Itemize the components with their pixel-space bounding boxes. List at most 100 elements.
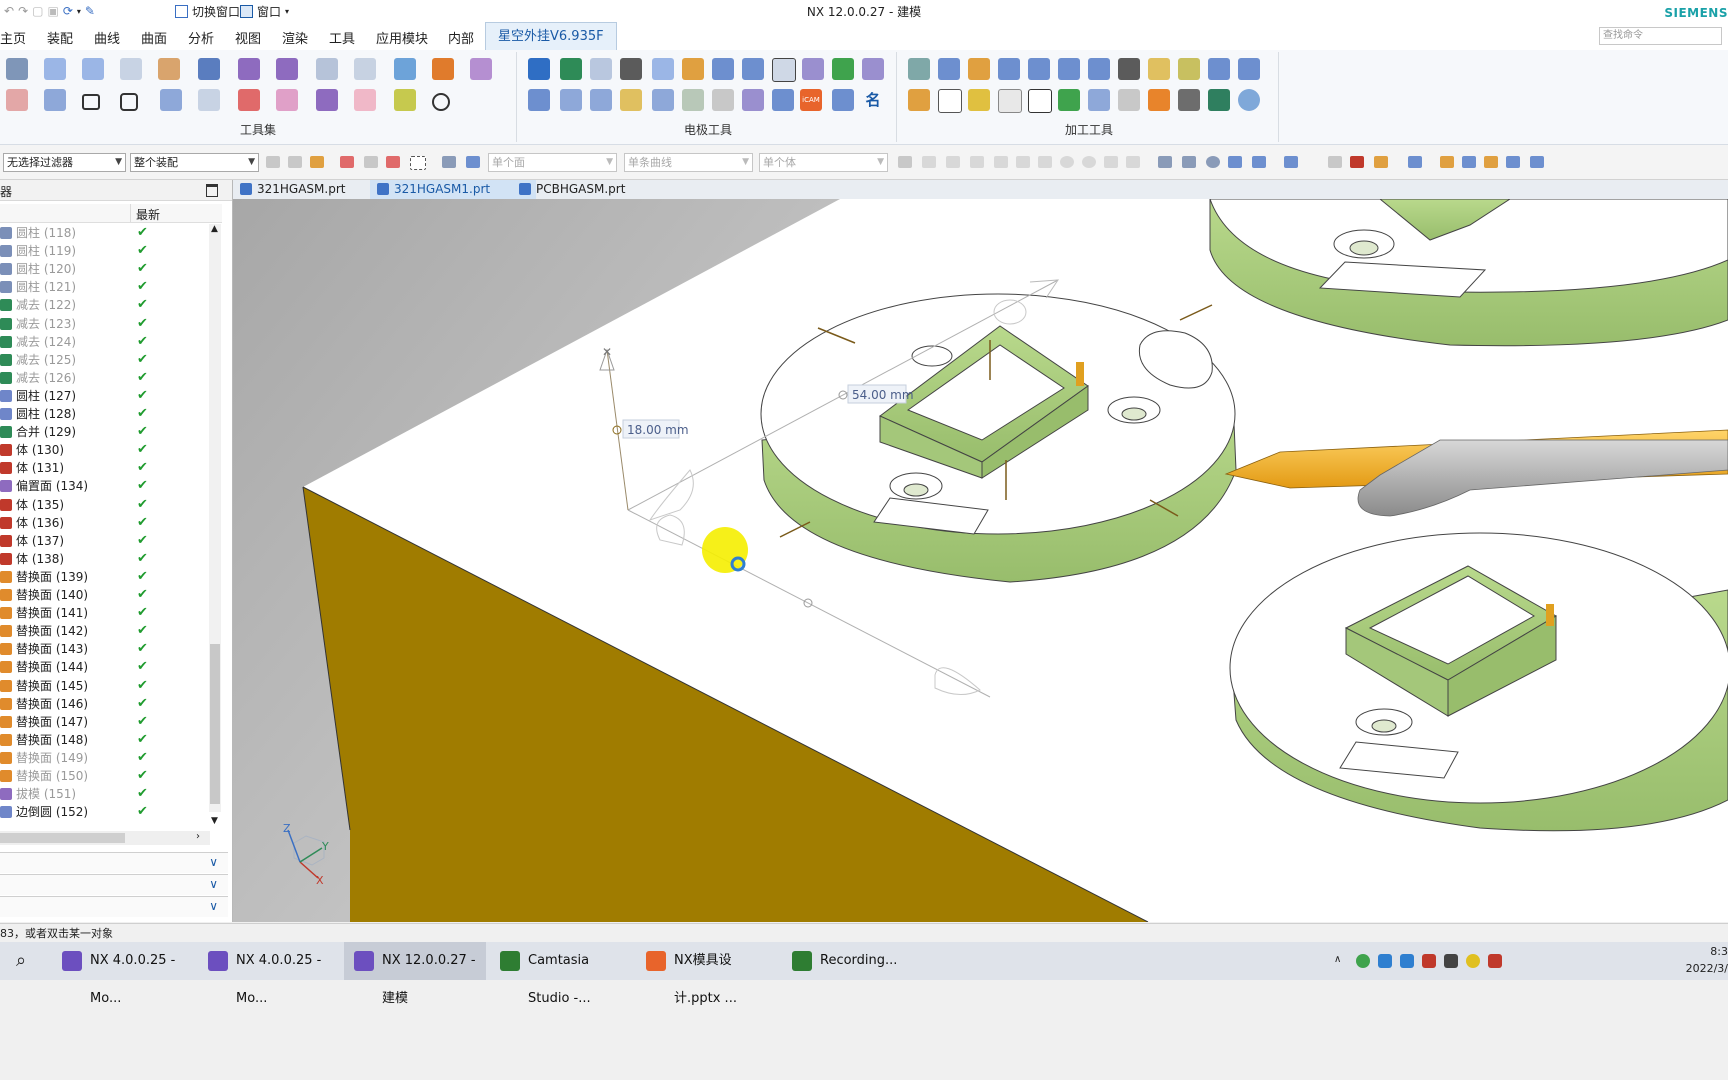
cross-icon[interactable]	[238, 89, 260, 111]
face-rule-select[interactable]: 单个面 ▼	[488, 153, 617, 172]
rectangle-icon[interactable]	[82, 94, 100, 110]
battery-icon[interactable]	[1466, 954, 1480, 968]
text-icon[interactable]	[938, 89, 962, 113]
snap-point-icon[interactable]	[898, 156, 912, 168]
orient-view-icon[interactable]	[1284, 156, 1298, 168]
checkmark-icon[interactable]	[832, 58, 854, 80]
tab-assembly[interactable]: 装配	[47, 28, 73, 47]
snap-tangent-icon[interactable]	[1104, 156, 1118, 168]
filter-2-icon[interactable]	[288, 156, 302, 168]
base-icon[interactable]	[198, 58, 220, 80]
feature-row[interactable]: 替换面 (149) ✔	[0, 749, 222, 767]
table-icon[interactable]	[6, 58, 28, 80]
feature-row[interactable]: 替换面 (142) ✔	[0, 622, 222, 640]
tool-b-icon[interactable]	[1350, 156, 1364, 168]
download-arrow-icon[interactable]	[528, 58, 550, 80]
feature-row[interactable]: 拔模 (151) ✔	[0, 785, 222, 803]
list-icon[interactable]	[862, 58, 884, 80]
wcs-icon[interactable]	[198, 89, 220, 111]
resize-icon[interactable]	[158, 58, 180, 80]
feature-row[interactable]: 减去 (125) ✔	[0, 351, 222, 369]
view-rotate-icon[interactable]	[1206, 156, 1220, 168]
chevron-down-icon[interactable]: ∨	[209, 855, 218, 869]
split-icon[interactable]	[160, 89, 182, 111]
length-dimension-label[interactable]: 54.00 mm	[852, 388, 914, 402]
tab-internal[interactable]: 内部	[448, 28, 474, 47]
wechat-icon[interactable]	[1356, 954, 1370, 968]
curve-rule-select[interactable]: 单条曲线 ▼	[624, 153, 753, 172]
height-dimension-label[interactable]: 18.00 mm	[627, 423, 689, 437]
column-latest[interactable]: 最新	[136, 206, 160, 223]
search-icon[interactable]: ⌕	[16, 950, 26, 971]
feature-row[interactable]: 合并 (129) ✔	[0, 423, 222, 441]
rectangle-select-icon[interactable]	[410, 156, 426, 170]
feature-row[interactable]: 替换面 (147) ✔	[0, 713, 222, 731]
snap-end-icon[interactable]	[946, 156, 960, 168]
multi-spark-icon[interactable]	[742, 58, 764, 80]
swap-icon[interactable]	[1148, 89, 1170, 111]
feature-row[interactable]: 圆柱 (127) ✔	[0, 387, 222, 405]
check-electrode-icon[interactable]	[802, 58, 824, 80]
scroll-right-icon[interactable]: ›	[196, 831, 200, 842]
tool-a-icon[interactable]	[1328, 156, 1342, 168]
tab-321hgasm[interactable]: 321HGASM.prt	[233, 180, 375, 199]
electrode-3-icon[interactable]	[560, 89, 582, 111]
eraser-icon[interactable]	[432, 58, 454, 80]
tab-view[interactable]: 视图	[235, 28, 261, 47]
select-icon[interactable]	[386, 156, 400, 168]
electrode-6-icon[interactable]	[682, 89, 704, 111]
network-icon[interactable]	[1444, 954, 1458, 968]
arrow-right-icon[interactable]	[82, 58, 104, 80]
recording-tray-icon[interactable]	[1422, 954, 1436, 968]
feature-row[interactable]: 替换面 (148) ✔	[0, 731, 222, 749]
render-style-icon[interactable]	[1252, 156, 1266, 168]
snap-arrow-icon[interactable]	[922, 156, 936, 168]
feature-row[interactable]: 体 (138) ✔	[0, 550, 222, 568]
taskbar-app-button[interactable]: NX 4.0.0.25 - Mo...	[52, 942, 194, 1006]
electrode-4-icon[interactable]	[590, 89, 612, 111]
graphics-window[interactable]: ✕ 18.00 mm 54.00 mm Z Y X	[233, 199, 1728, 922]
feature-row[interactable]: 偏置面 (134) ✔	[0, 477, 222, 495]
gear-icon[interactable]	[316, 89, 338, 111]
maximize-icon[interactable]	[206, 184, 218, 197]
feature-row[interactable]: 圆柱 (118) ✔	[0, 224, 222, 242]
feature-row[interactable]: 圆柱 (121) ✔	[0, 278, 222, 296]
electrode-plate-selected[interactable]	[760, 293, 1237, 583]
arrow-left-icon[interactable]	[44, 58, 66, 80]
feature-row[interactable]: 减去 (122) ✔	[0, 296, 222, 314]
tab-tools[interactable]: 工具	[329, 28, 355, 47]
tab-home[interactable]: 主页	[0, 28, 26, 47]
page-icon[interactable]	[998, 89, 1022, 113]
filter-3-icon[interactable]	[364, 156, 378, 168]
tab-application[interactable]: 应用模块	[376, 28, 428, 47]
setup-icon[interactable]	[1088, 89, 1110, 111]
navigator-scrollbar[interactable]: ▲	[209, 224, 221, 812]
type-filter-select[interactable]: 无选择过滤器 ▼	[3, 153, 126, 172]
clock-icon[interactable]	[1238, 89, 1260, 111]
tab-pcbhgasm[interactable]: PCBHGASM.prt	[512, 180, 656, 199]
icam-icon[interactable]: iCAM	[800, 89, 822, 111]
feature-row[interactable]: 边倒圆 (152) ✔	[0, 803, 222, 821]
electrode-8-icon[interactable]	[772, 89, 794, 111]
feature-row[interactable]: 替换面 (143) ✔	[0, 640, 222, 658]
feature-row[interactable]: 体 (135) ✔	[0, 496, 222, 514]
feature-row[interactable]: 圆柱 (128) ✔	[0, 405, 222, 423]
electrode-5-icon[interactable]	[652, 89, 674, 111]
spark-icon[interactable]	[712, 58, 734, 80]
feature-row[interactable]: 替换面 (139) ✔	[0, 568, 222, 586]
machine-icon[interactable]	[908, 58, 930, 80]
doc-icon[interactable]	[1178, 58, 1200, 80]
tool-f-icon[interactable]	[1462, 156, 1476, 168]
pencil-icon[interactable]	[968, 89, 990, 111]
scrollbar-thumb[interactable]	[210, 644, 220, 804]
snap-curve-icon[interactable]	[1016, 156, 1030, 168]
calculator-icon[interactable]	[1238, 58, 1260, 80]
view-zoom-icon[interactable]	[1182, 156, 1196, 168]
electrode-icon[interactable]	[560, 58, 582, 80]
feature-row[interactable]: 替换面 (145) ✔	[0, 677, 222, 695]
tool-h-icon[interactable]	[1506, 156, 1520, 168]
tool-g-icon[interactable]	[1484, 156, 1498, 168]
body-rule-select[interactable]: 单个体 ▼	[759, 153, 888, 172]
tool-icon[interactable]	[938, 58, 960, 80]
tool-holder-icon[interactable]	[1178, 89, 1200, 111]
